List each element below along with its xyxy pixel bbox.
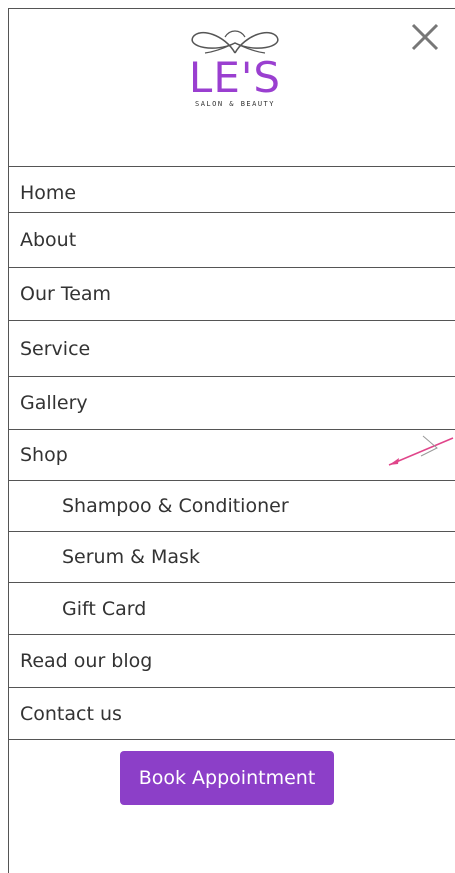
book-appointment-button[interactable]: Book Appointment xyxy=(120,751,334,805)
menu-item-read-our-blog[interactable]: Read our blog xyxy=(9,635,455,688)
menu-item-home[interactable]: Home xyxy=(9,167,455,213)
brand-logo[interactable]: LE'S SALON & BEAUTY xyxy=(169,23,301,133)
menu-item-about[interactable]: About xyxy=(9,213,455,268)
menu-item-gallery[interactable]: Gallery xyxy=(9,377,455,430)
menu-item-label: Contact us xyxy=(20,702,122,725)
close-icon[interactable] xyxy=(405,17,445,57)
menu-item-label: Gallery xyxy=(20,392,88,414)
menu-item-shop[interactable]: Shop xyxy=(9,430,455,481)
submenu-item-shampoo-conditioner[interactable]: Shampoo & Conditioner xyxy=(9,481,455,532)
menu-item-label: About xyxy=(20,229,77,251)
menu-header: LE'S SALON & BEAUTY xyxy=(9,9,455,167)
menu-item-label: Home xyxy=(20,181,77,204)
menu-item-our-team[interactable]: Our Team xyxy=(9,268,455,321)
menu-item-label: Our Team xyxy=(20,283,112,305)
submenu-item-gift-card[interactable]: Gift Card xyxy=(9,583,455,635)
submenu-arrow-icon[interactable] xyxy=(385,434,455,474)
nav-menu: Home About Our Team Service Gallery Shop… xyxy=(9,167,455,740)
menu-item-label: Gift Card xyxy=(62,597,147,620)
menu-item-service[interactable]: Service xyxy=(9,321,455,377)
menu-item-label: Read our blog xyxy=(20,650,153,672)
mobile-menu-panel: LE'S SALON & BEAUTY Home About Our Team … xyxy=(8,8,455,873)
menu-item-label: Shampoo & Conditioner xyxy=(62,495,289,517)
menu-item-contact-us[interactable]: Contact us xyxy=(9,688,455,740)
cta-container: Book Appointment xyxy=(9,740,455,805)
logo-main-text: LE'S xyxy=(188,53,282,102)
menu-item-label: Service xyxy=(20,337,91,360)
menu-item-label: Serum & Mask xyxy=(62,546,200,568)
menu-item-label: Shop xyxy=(20,444,68,466)
submenu-item-serum-mask[interactable]: Serum & Mask xyxy=(9,532,455,583)
